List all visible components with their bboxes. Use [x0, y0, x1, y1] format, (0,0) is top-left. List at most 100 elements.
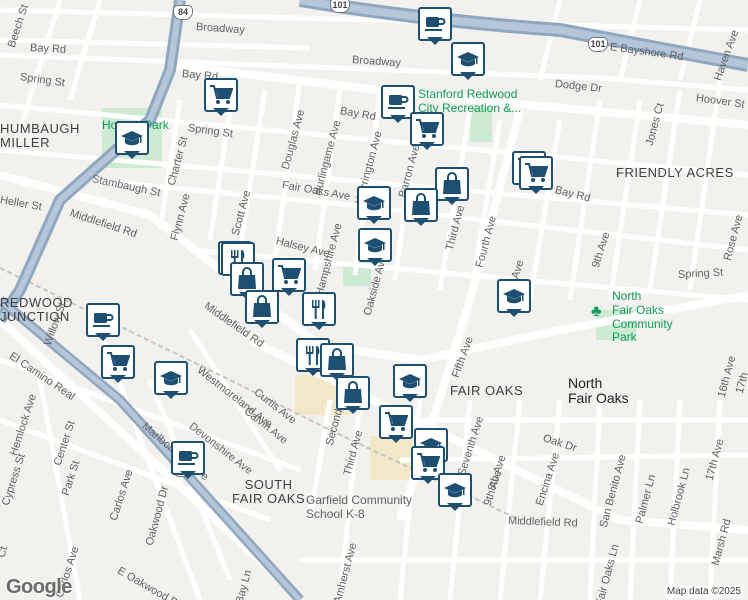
- school-icon: [120, 128, 144, 148]
- marker-box: [171, 441, 205, 475]
- school-marker[interactable]: [357, 186, 391, 224]
- area-label-north-fair-oaks: North Fair Oaks: [568, 375, 629, 407]
- shopping-marker[interactable]: [404, 188, 438, 226]
- marker-box: [245, 290, 279, 324]
- marker-box: [101, 345, 135, 379]
- restaurant-icon: [309, 298, 329, 320]
- park-icon: ♣: [591, 303, 602, 320]
- shopping-cart-icon: [524, 162, 548, 184]
- map-attribution[interactable]: Map data ©2025: [663, 585, 744, 598]
- highway-84-shield: 84: [173, 5, 193, 20]
- shopping-marker[interactable]: [435, 167, 469, 205]
- marker-box: [302, 292, 336, 326]
- area-label-friendly-acres: FRIENDLY ACRES: [616, 165, 734, 180]
- marker-box: [336, 376, 370, 410]
- marker-box: [393, 364, 427, 398]
- cafe-marker[interactable]: [171, 441, 205, 479]
- marker-pointer: [402, 394, 418, 402]
- shopping-bag-icon: [251, 295, 273, 319]
- marker-pointer: [180, 471, 196, 479]
- marker-box: [435, 167, 469, 201]
- marker-box: [86, 303, 120, 337]
- shopping-marker[interactable]: [245, 290, 279, 328]
- marker-pointer: [447, 503, 463, 511]
- cafe-marker[interactable]: [86, 303, 120, 341]
- marker-pointer: [305, 368, 321, 376]
- grocery-marker[interactable]: [204, 78, 238, 116]
- school-icon: [159, 368, 183, 388]
- marker-pointer: [311, 322, 327, 330]
- marker-box: [379, 405, 413, 439]
- school-icon: [363, 235, 387, 255]
- marker-pointer: [390, 115, 406, 123]
- area-label-humbaugh-miller: HUMBAUGH MILLER: [0, 121, 80, 151]
- marker-box: [404, 188, 438, 222]
- marker-pointer: [419, 142, 435, 150]
- school-marker[interactable]: [451, 42, 485, 80]
- area-label-fair-oaks: FAIR OAKS: [450, 383, 524, 398]
- shopping-bag-icon: [441, 172, 463, 196]
- school-icon: [456, 49, 480, 69]
- school-marker[interactable]: [115, 121, 149, 159]
- grocery-marker[interactable]: [379, 405, 413, 443]
- marker-box: [272, 258, 306, 292]
- marker-box: [418, 7, 452, 41]
- shopping-cart-icon: [415, 118, 439, 140]
- marker-box: [497, 279, 531, 313]
- school-icon: [443, 480, 467, 500]
- marker-pointer: [366, 216, 382, 224]
- marker-box: [451, 42, 485, 76]
- grocery-marker[interactable]: [101, 345, 135, 383]
- marker-box: [358, 228, 392, 262]
- school-icon: [398, 371, 422, 391]
- school-marker[interactable]: [358, 228, 392, 266]
- marker-pointer: [528, 186, 544, 194]
- marker-pointer: [427, 37, 443, 45]
- school-marker[interactable]: [497, 279, 531, 317]
- shopping-cart-icon: [384, 411, 408, 433]
- marker-box: [438, 473, 472, 507]
- marker-pointer: [388, 435, 404, 443]
- school-icon: [362, 193, 386, 213]
- marker-pointer: [254, 320, 270, 328]
- shopping-bag-icon: [236, 267, 258, 291]
- marker-pointer: [213, 108, 229, 116]
- cafe-icon: [387, 92, 409, 112]
- area-label-south-fair-oaks: SOUTH FAIR OAKS: [232, 477, 306, 507]
- cafe-icon: [177, 448, 199, 468]
- marker-pointer: [506, 309, 522, 317]
- cafe-icon: [92, 310, 114, 330]
- marker-box: [519, 156, 553, 190]
- shopping-bag-icon: [342, 381, 364, 405]
- shopping-marker[interactable]: [336, 376, 370, 414]
- marker-pointer: [367, 258, 383, 266]
- cafe-icon: [424, 14, 446, 34]
- marker-box: [357, 186, 391, 220]
- shopping-bag-icon: [410, 193, 432, 217]
- shopping-cart-icon: [106, 351, 130, 373]
- marker-pointer: [124, 151, 140, 159]
- marker-box: [204, 78, 238, 112]
- marker-pointer: [444, 197, 460, 205]
- highway-101-shield: 101: [588, 37, 608, 52]
- highway-101-shield: 101: [330, 0, 350, 13]
- marker-box: [154, 361, 188, 395]
- shopping-bag-icon: [326, 348, 348, 372]
- marker-box: [320, 343, 354, 377]
- poi-label-garfield-school[interactable]: Garfield Community School K-8: [306, 493, 412, 522]
- school-icon: [502, 286, 526, 306]
- marker-pointer: [460, 72, 476, 80]
- school-marker[interactable]: [154, 361, 188, 399]
- poi-label-community-park[interactable]: North Fair Oaks Community Park: [612, 289, 673, 345]
- school-marker[interactable]: [438, 473, 472, 511]
- marker-pointer: [163, 391, 179, 399]
- restaurant-marker[interactable]: [302, 292, 336, 330]
- marker-pointer: [413, 218, 429, 226]
- marker-pointer: [110, 375, 126, 383]
- marker-pointer: [95, 333, 111, 341]
- map-canvas[interactable]: 101 101 84 82 FRIENDLY ACRES North Fair …: [0, 0, 748, 600]
- grocery-marker[interactable]: [519, 156, 553, 194]
- cafe-marker[interactable]: [418, 7, 452, 45]
- school-marker[interactable]: [393, 364, 427, 402]
- grocery-marker[interactable]: [410, 112, 444, 150]
